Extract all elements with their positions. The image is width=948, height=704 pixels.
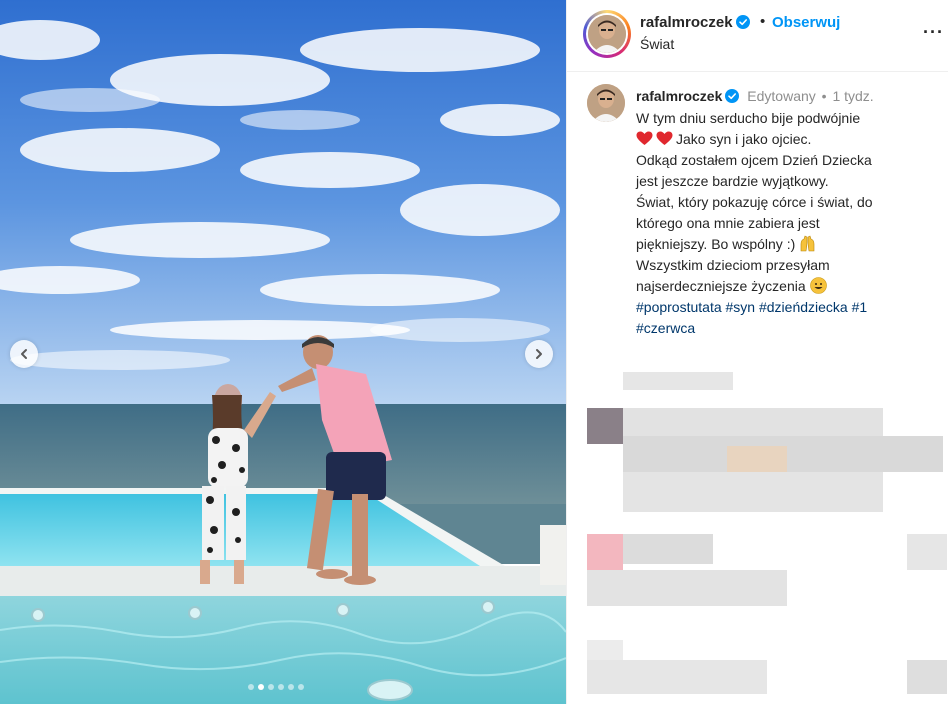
red-heart-icon (656, 131, 673, 145)
verified-badge-icon (735, 15, 750, 29)
verified-badge-icon (725, 89, 740, 103)
hashtag-link[interactable]: #dzieńdziecka (759, 299, 848, 315)
blurred-block (623, 472, 883, 512)
author-avatar-story-ring[interactable] (583, 10, 631, 58)
blurred-block (587, 570, 787, 606)
hashtag-link[interactable]: #1 (852, 299, 868, 315)
more-options-icon[interactable]: ··· (923, 22, 944, 43)
blurred-block (623, 372, 733, 390)
carousel-prev-button[interactable] (10, 340, 38, 368)
smiling-face-emoji-icon (809, 277, 827, 294)
caption-username[interactable]: rafalmroczek (636, 88, 722, 104)
post-location[interactable]: Świat (640, 36, 674, 52)
caption-avatar[interactable] (587, 84, 625, 122)
post-media[interactable] (0, 0, 566, 704)
follow-button[interactable]: Obserwuj (772, 14, 840, 31)
hashtags-line: #poprostutata #syn #dzieńdziecka #1 (636, 297, 936, 318)
hashtag-link[interactable]: #czerwca (636, 320, 695, 336)
caption-line: piękniejszy. Bo wspólny :) (636, 236, 796, 252)
chevron-left-icon (21, 349, 27, 359)
avatar (588, 15, 626, 53)
post-photo (0, 0, 566, 704)
blurred-block (907, 534, 947, 570)
blurred-block (623, 408, 883, 436)
author-username[interactable]: rafalmroczek (640, 14, 750, 31)
red-heart-icon (636, 131, 653, 145)
caption-header: rafalmroczek Edytowany • 1 tydz. (636, 88, 874, 104)
blurred-block (587, 534, 623, 570)
blurred-block (587, 640, 623, 660)
caption-line: Wszystkim dzieciom przesyłam (636, 257, 830, 273)
caption-line: Świat, który pokazuję córce i świat, do (636, 194, 873, 210)
carousel-dot (248, 684, 254, 690)
blurred-block (623, 534, 713, 564)
carousel-indicator (248, 684, 304, 690)
edited-label: Edytowany (747, 88, 816, 104)
carousel-dot (278, 684, 284, 690)
hashtags-line: #czerwca (636, 318, 936, 339)
caption-line-smile: najserdeczniejsze życzenia (636, 276, 936, 297)
post-timestamp[interactable]: 1 tydz. (832, 88, 873, 104)
caption-line: najserdeczniejsze życzenia (636, 278, 806, 294)
caption-line: W tym dniu serducho bije podwójnie (636, 110, 861, 126)
carousel-dot (268, 684, 274, 690)
post-sidebar: rafalmroczek • Obserwuj Świat ··· rafalm… (566, 0, 948, 704)
caption-line: Odkąd zostałem ojcem Dzień Dziecka (636, 152, 872, 168)
carousel-next-button[interactable] (525, 340, 553, 368)
caption-text: W tym dniu serducho bije podwójnie Jako … (636, 108, 936, 339)
carousel-dot (298, 684, 304, 690)
post-header: rafalmroczek • Obserwuj Świat ··· (567, 0, 948, 72)
caption-line-hands: piękniejszy. Bo wspólny :) (636, 234, 936, 255)
time-separator: • (821, 88, 827, 104)
hashtag-link[interactable]: #poprostutata (636, 299, 722, 315)
caption-line: Jako syn i jako ojciec. (676, 131, 812, 147)
carousel-dot (288, 684, 294, 690)
blurred-block (587, 660, 767, 694)
raising-hands-emoji-icon (800, 235, 815, 252)
header-separator: • (760, 13, 766, 30)
blurred-block (727, 446, 787, 474)
hashtag-link[interactable]: #syn (726, 299, 756, 315)
blurred-block (907, 660, 947, 694)
author-username-text: rafalmroczek (640, 14, 733, 31)
blurred-block (587, 408, 623, 444)
carousel-dot (258, 684, 264, 690)
caption-line-hearts: Jako syn i jako ojciec. (636, 129, 936, 150)
caption-line: jest jeszcze bardzie wyjątkowy. (636, 173, 829, 189)
caption-line: którego ona mnie zabiera jest (636, 215, 820, 231)
chevron-right-icon (536, 349, 542, 359)
